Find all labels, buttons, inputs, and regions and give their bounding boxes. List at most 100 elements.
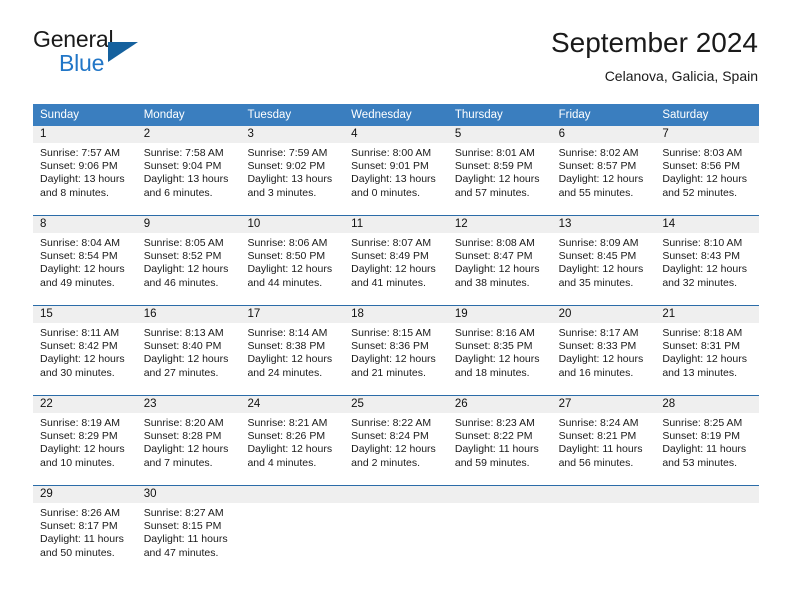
calendar-week-row: 15 Sunrise: 8:11 AM Sunset: 8:42 PM Dayligh… [33, 305, 760, 388]
daylight-text-line1: Daylight: 12 hours [143, 443, 229, 456]
calendar-day-cell[interactable]: 8 Sunrise: 8:04 AM Sunset: 8:54 PM Daylight… [33, 216, 137, 298]
sunrise-text: Sunrise: 8:18 AM [662, 327, 743, 339]
daylight-text-line1: Daylight: 12 hours [558, 173, 644, 186]
calendar-day-cell[interactable]: 27 Sunrise: 8:24 AM Sunset: 8:21 PM Dayligh… [551, 396, 656, 478]
calendar-day-cell[interactable]: 9 Sunrise: 8:05 AM Sunset: 8:52 PM Daylight… [136, 216, 241, 298]
calendar-day-cell[interactable]: 4 Sunrise: 8:00 AM Sunset: 9:01 PM Daylight… [344, 126, 448, 208]
daylight-text-line2: and 0 minutes. [351, 186, 421, 199]
day-details: Sunrise: 8:04 AM Sunset: 8:54 PM Daylight:… [33, 233, 137, 290]
day-details: Sunrise: 7:58 AM Sunset: 9:04 PM Daylight:… [137, 143, 241, 200]
calendar-day-cell[interactable]: 23 Sunrise: 8:20 AM Sunset: 8:28 PM Dayligh… [136, 396, 241, 478]
calendar-day-cell-empty [344, 486, 448, 568]
calendar-day-cell[interactable]: 24 Sunrise: 8:21 AM Sunset: 8:26 PM Dayligh… [240, 396, 345, 478]
day-details: Sunrise: 8:25 AM Sunset: 8:19 PM Daylight:… [655, 413, 759, 470]
day-details: Sunrise: 8:22 AM Sunset: 8:24 PM Daylight:… [344, 413, 448, 470]
calendar-day-cell-empty [551, 486, 656, 568]
day-details: Sunrise: 8:14 AM Sunset: 8:38 PM Daylight:… [240, 323, 344, 380]
calendar-day-cell[interactable]: 16 Sunrise: 8:13 AM Sunset: 8:40 PM Dayligh… [136, 306, 241, 388]
calendar-table: Sunday Monday Tuesday Wednesday Thursday Frid… [33, 104, 760, 568]
calendar-body: 1 Sunrise: 7:57 AM Sunset: 9:06 PM Daylight… [33, 126, 760, 568]
calendar-day-cell[interactable]: 22 Sunrise: 8:19 AM Sunset: 8:29 PM Dayligh… [33, 396, 137, 478]
calendar-day-cell[interactable]: 21 Sunrise: 8:18 AM Sunset: 8:31 PM Dayligh… [655, 306, 760, 388]
day-details: Sunrise: 8:18 AM Sunset: 8:31 PM Daylight:… [655, 323, 759, 380]
daylight-text-line2: and 27 minutes. [143, 366, 219, 379]
calendar-day-cell[interactable]: 1 Sunrise: 7:57 AM Sunset: 9:06 PM Daylight… [33, 126, 137, 208]
sunset-text: Sunset: 9:02 PM [247, 160, 326, 173]
calendar-day-cell[interactable]: 6 Sunrise: 8:02 AM Sunset: 8:57 PM Daylight… [551, 126, 656, 208]
sunrise-text: Sunrise: 8:21 AM [247, 417, 328, 429]
calendar-day-cell[interactable]: 11 Sunrise: 8:07 AM Sunset: 8:49 PM Dayligh… [344, 216, 448, 298]
calendar-day-cell[interactable]: 26 Sunrise: 8:23 AM Sunset: 8:22 PM Dayligh… [447, 396, 552, 478]
day-details: Sunrise: 8:17 AM Sunset: 8:33 PM Daylight:… [552, 323, 656, 380]
day-number: 23 [136, 396, 241, 413]
sunrise-text: Sunrise: 8:19 AM [40, 417, 120, 429]
calendar-day-cell[interactable]: 3 Sunrise: 7:59 AM Sunset: 9:02 PM Daylight… [240, 126, 345, 208]
day-details: Sunrise: 8:06 AM Sunset: 8:50 PM Daylight:… [240, 233, 344, 290]
sunset-text: Sunset: 8:52 PM [143, 250, 222, 263]
daylight-text-line1: Daylight: 12 hours [558, 263, 644, 276]
sunrise-text: Sunrise: 7:57 AM [40, 147, 120, 159]
calendar-day-cell[interactable]: 10 Sunrise: 8:06 AM Sunset: 8:50 PM Dayligh… [240, 216, 345, 298]
calendar-day-cell[interactable]: 19 Sunrise: 8:16 AM Sunset: 8:35 PM Dayligh… [447, 306, 552, 388]
calendar-day-cell[interactable]: 20 Sunrise: 8:17 AM Sunset: 8:33 PM Dayligh… [551, 306, 656, 388]
sunset-text: Sunset: 8:19 PM [662, 430, 740, 443]
calendar-day-cell[interactable]: 30 Sunrise: 8:27 AM Sunset: 8:15 PM Dayligh… [136, 486, 241, 568]
daylight-text-line1: Daylight: 11 hours [558, 443, 643, 456]
day-number: 28 [655, 396, 760, 413]
day-number: 22 [33, 396, 137, 413]
daylight-text-line2: and 35 minutes. [558, 276, 634, 289]
calendar-day-cell[interactable]: 5 Sunrise: 8:01 AM Sunset: 8:59 PM Daylight… [447, 126, 552, 208]
calendar-day-cell[interactable]: 14 Sunrise: 8:10 AM Sunset: 8:43 PM Dayligh… [655, 216, 760, 298]
sunrise-text: Sunrise: 8:24 AM [558, 417, 639, 429]
day-details: Sunrise: 8:21 AM Sunset: 8:26 PM Daylight:… [240, 413, 344, 470]
day-details: Sunrise: 8:00 AM Sunset: 9:01 PM Daylight:… [344, 143, 448, 200]
calendar-day-cell[interactable]: 13 Sunrise: 8:09 AM Sunset: 8:45 PM Dayligh… [551, 216, 656, 298]
daylight-text-line2: and 55 minutes. [558, 186, 634, 199]
weekday-header-row: Sunday Monday Tuesday Wednesday Thursday Frid… [33, 104, 759, 126]
sunset-text: Sunset: 8:54 PM [40, 250, 118, 263]
sunset-text: Sunset: 8:24 PM [351, 430, 429, 443]
sunset-text: Sunset: 8:49 PM [351, 250, 429, 263]
generalblue-logo[interactable]: General Blue [33, 26, 213, 86]
daylight-text-line1: Daylight: 12 hours [662, 353, 747, 366]
sunset-text: Sunset: 8:38 PM [247, 340, 326, 353]
daylight-text-line2: and 4 minutes. [247, 456, 317, 469]
calendar-day-cell[interactable]: 12 Sunrise: 8:08 AM Sunset: 8:47 PM Dayligh… [447, 216, 552, 298]
daylight-text-line2: and 46 minutes. [143, 276, 219, 289]
daylight-text-line2: and 56 minutes. [558, 456, 634, 469]
calendar-day-cell[interactable]: 29 Sunrise: 8:26 AM Sunset: 8:17 PM Dayligh… [33, 486, 137, 568]
calendar-day-cell[interactable]: 2 Sunrise: 7:58 AM Sunset: 9:04 PM Daylight… [136, 126, 241, 208]
daylight-text-line2: and 16 minutes. [558, 366, 634, 379]
day-number: 26 [447, 396, 552, 413]
sunrise-text: Sunrise: 8:04 AM [40, 237, 120, 249]
daylight-text-line1: Daylight: 12 hours [40, 263, 125, 276]
day-number: 17 [240, 306, 345, 323]
sunrise-text: Sunrise: 8:09 AM [558, 237, 639, 249]
calendar-day-cell[interactable]: 17 Sunrise: 8:14 AM Sunset: 8:38 PM Dayligh… [240, 306, 345, 388]
sunset-text: Sunset: 8:43 PM [662, 250, 740, 263]
day-details: Sunrise: 8:26 AM Sunset: 8:17 PM Daylight:… [33, 503, 137, 560]
sunrise-text: Sunrise: 8:00 AM [351, 147, 432, 159]
sunrise-text: Sunrise: 8:02 AM [558, 147, 639, 159]
daylight-text-line2: and 47 minutes. [143, 546, 219, 559]
calendar-day-cell[interactable]: 7 Sunrise: 8:03 AM Sunset: 8:56 PM Daylight… [655, 126, 760, 208]
sunrise-text: Sunrise: 8:23 AM [454, 417, 535, 429]
sunset-text: Sunset: 8:31 PM [662, 340, 740, 353]
triangle-flag-icon [108, 42, 138, 62]
calendar-day-cell[interactable]: 25 Sunrise: 8:22 AM Sunset: 8:24 PM Dayligh… [344, 396, 448, 478]
sunrise-text: Sunrise: 8:22 AM [351, 417, 432, 429]
daylight-text-line2: and 7 minutes. [143, 456, 213, 469]
day-number: 27 [551, 396, 656, 413]
calendar-day-cell[interactable]: 28 Sunrise: 8:25 AM Sunset: 8:19 PM Dayligh… [655, 396, 760, 478]
day-details: Sunrise: 8:23 AM Sunset: 8:22 PM Daylight:… [448, 413, 552, 470]
daylight-text-line2: and 8 minutes. [40, 186, 109, 199]
sunrise-text: Sunrise: 8:16 AM [454, 327, 535, 339]
day-details: Sunrise: 8:09 AM Sunset: 8:45 PM Daylight:… [552, 233, 656, 290]
calendar-day-cell[interactable]: 18 Sunrise: 8:15 AM Sunset: 8:36 PM Dayligh… [344, 306, 448, 388]
calendar-day-cell[interactable]: 15 Sunrise: 8:11 AM Sunset: 8:42 PM Dayligh… [33, 306, 137, 388]
sunrise-text: Sunrise: 8:25 AM [662, 417, 743, 429]
daylight-text-line2: and 44 minutes. [247, 276, 323, 289]
day-details: Sunrise: 8:01 AM Sunset: 8:59 PM Daylight:… [448, 143, 552, 200]
day-details: Sunrise: 7:59 AM Sunset: 9:02 PM Daylight:… [240, 143, 344, 200]
day-details: Sunrise: 8:07 AM Sunset: 8:49 PM Daylight:… [344, 233, 448, 290]
